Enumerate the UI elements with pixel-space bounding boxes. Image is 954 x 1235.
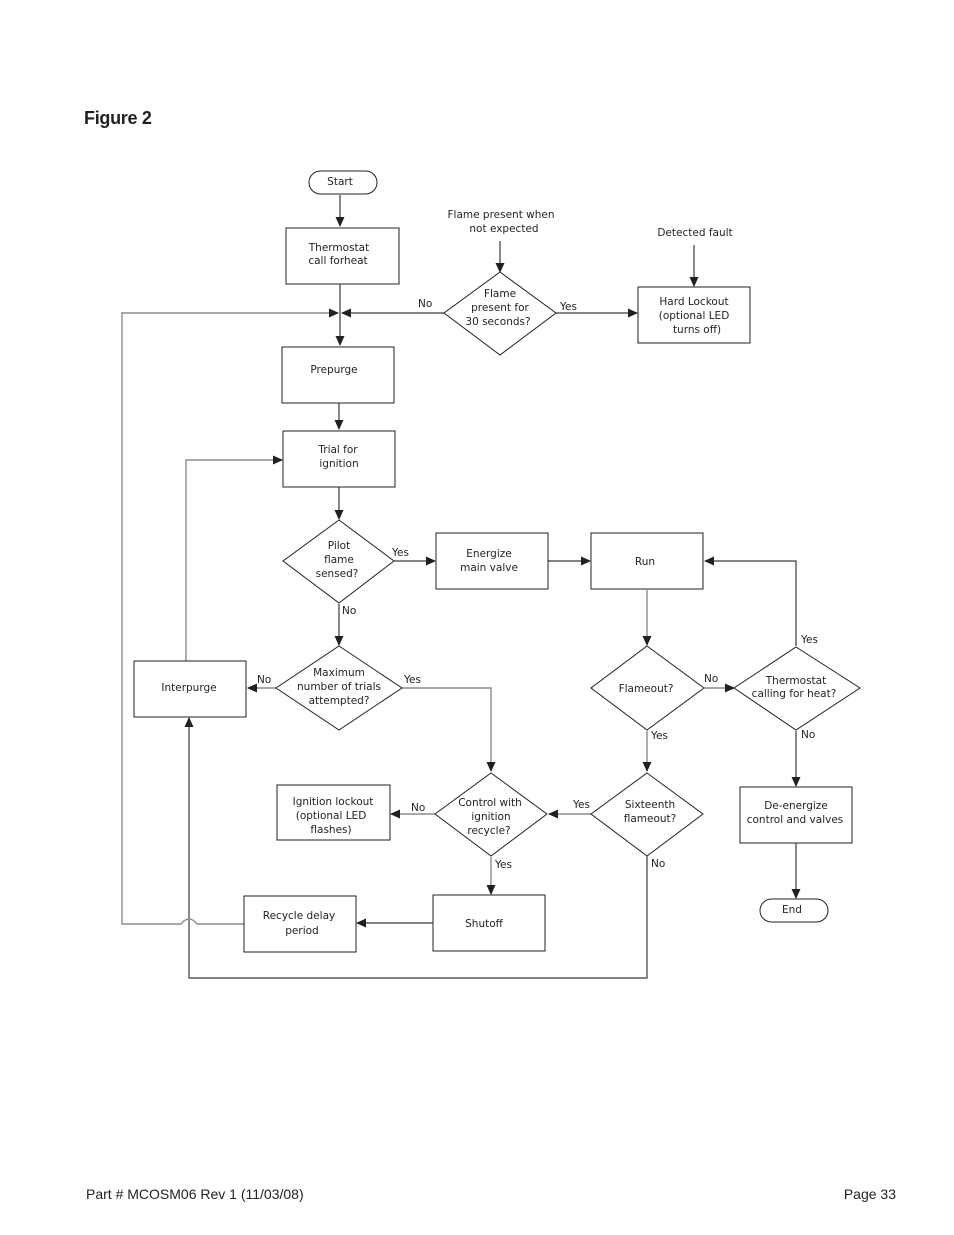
label-sixteenth-no: No: [651, 858, 665, 870]
node-hard-lockout: Hard Lockout (optional LED turns off): [637, 286, 751, 344]
node-max-trials: Maximum number of trials attempted?: [275, 645, 403, 731]
node-thermostat-call: Thermostat call forheat: [285, 227, 400, 285]
label-thermostat-calling-no: No: [801, 729, 815, 741]
node-deenergize: De-energize control and valves: [739, 786, 853, 844]
node-text: Energize: [466, 548, 511, 560]
node-text: flameout?: [624, 813, 677, 825]
node-ignition-lockout: Ignition lockout (optional LED flashes): [276, 784, 391, 841]
node-text: Flame: [484, 288, 516, 300]
node-text: ignition: [319, 458, 358, 470]
label-flameout-yes: Yes: [650, 730, 668, 742]
node-text: present for: [471, 302, 529, 314]
node-flame-30s: Flame present for 30 seconds?: [443, 271, 557, 356]
node-thermostat-calling: Thermostat calling for heat?: [733, 646, 861, 731]
node-text: End: [782, 904, 802, 916]
footer-page-number: Page 33: [843, 1186, 896, 1202]
label-flame-30s-yes: Yes: [559, 301, 577, 313]
label-recycle-yes: Yes: [494, 859, 512, 871]
node-text: Sixteenth: [625, 799, 675, 811]
process-shape: [435, 532, 549, 590]
edge-interpurge-to-trial: [185, 455, 283, 661]
node-text: calling for heat?: [752, 688, 837, 700]
node-text: Prepurge: [310, 364, 357, 376]
node-start: Start: [308, 170, 378, 195]
input-text: Detected fault: [657, 227, 732, 239]
input-text: Flame present when: [447, 209, 554, 221]
node-text: Hard Lockout: [659, 296, 728, 308]
node-text: Shutoff: [465, 918, 504, 930]
node-text: flashes): [310, 824, 351, 836]
node-detected-fault: Detected fault: [657, 227, 732, 239]
input-text: not expected: [469, 223, 538, 235]
node-interpurge: Interpurge: [133, 660, 247, 718]
label-pilot-no: No: [342, 605, 356, 617]
node-text: Thermostat: [765, 675, 826, 687]
node-text: De-energize: [764, 800, 828, 812]
node-prepurge: Prepurge: [281, 346, 395, 404]
node-shutoff: Shutoff: [432, 894, 546, 952]
node-text: Control with: [458, 797, 522, 809]
node-text: main valve: [460, 562, 518, 574]
node-text: flame: [324, 554, 354, 566]
node-text: Run: [635, 556, 655, 568]
edge-max-trials-yes: [402, 687, 496, 772]
node-run: Run: [590, 532, 704, 590]
node-text: 30 seconds?: [465, 316, 530, 328]
node-text: attempted?: [309, 695, 370, 707]
node-text: ignition: [471, 811, 510, 823]
flowchart: No Yes Yes No No Yes No Yes Yes No Yes N…: [121, 170, 861, 979]
node-flameout: Flameout?: [590, 645, 705, 731]
label-flame-30s-no: No: [418, 298, 432, 310]
node-text: (optional LED: [296, 810, 367, 822]
label-sixteenth-yes: Yes: [572, 799, 590, 811]
node-text: Ignition lockout: [293, 796, 374, 808]
node-pilot-sensed: Pilot flame sensed?: [282, 519, 395, 604]
node-text: control and valves: [747, 814, 844, 826]
node-text: Flameout?: [619, 683, 674, 695]
node-text: (optional LED: [659, 310, 730, 322]
node-text: call forheat: [308, 255, 367, 267]
process-shape: [243, 895, 357, 953]
node-text: Interpurge: [161, 682, 216, 694]
node-text: sensed?: [316, 568, 359, 580]
node-text: Maximum: [313, 667, 365, 679]
node-text: Recycle delay: [263, 910, 335, 922]
node-text: turns off): [673, 324, 721, 336]
label-thermostat-calling-yes: Yes: [800, 634, 818, 646]
node-flame-when-not-expected: Flame present when not expected: [447, 209, 554, 235]
edge-thermostat-calling-yes: [704, 556, 797, 646]
node-text: Trial for: [317, 444, 358, 456]
footer-part-number: Part # MCOSM06 Rev 1 (11/03/08): [86, 1186, 304, 1202]
node-text: number of trials: [297, 681, 381, 693]
label-flameout-no: No: [704, 673, 718, 685]
node-recycle-delay: Recycle delay period: [243, 895, 357, 953]
node-text: period: [285, 925, 318, 937]
label-pilot-yes: Yes: [391, 547, 409, 559]
node-text: Pilot: [328, 540, 350, 552]
node-ignition-recycle: Control with ignition recycle?: [434, 772, 548, 857]
node-sixteenth-flameout: Sixteenth flameout?: [590, 772, 704, 857]
node-end: End: [759, 898, 829, 923]
label-max-trials-yes: Yes: [403, 674, 421, 686]
label-max-trials-no: No: [257, 674, 271, 686]
label-recycle-no: No: [411, 802, 425, 814]
node-text: Start: [327, 176, 353, 188]
node-energize-valve: Energize main valve: [435, 532, 549, 590]
node-text: recycle?: [467, 825, 510, 837]
node-text: Thermostat: [308, 242, 369, 254]
node-trial-ignition: Trial for ignition: [282, 430, 396, 488]
